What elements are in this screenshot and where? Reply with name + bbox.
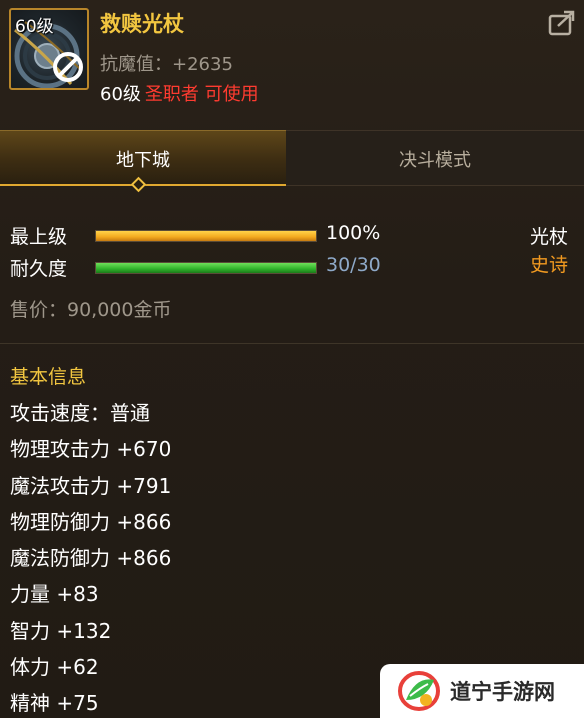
leaf-logo-icon (398, 671, 440, 711)
item-requirement: 60级 圣职者 可使用 (100, 80, 259, 106)
active-tab-indicator (130, 176, 147, 193)
item-attribute: 抗魔值：+2635 (100, 54, 233, 75)
durability-bar (95, 262, 317, 274)
item-name: 救赎光杖 (100, 12, 184, 36)
item-icon-frame[interactable]: 60级 (9, 8, 89, 90)
grade-bar (95, 230, 317, 242)
basic-info-item: 精神 +75 (10, 691, 99, 716)
basic-info-item: 魔法攻击力 +791 (10, 473, 172, 498)
basic-info-item: 物理防御力 +866 (10, 509, 172, 534)
mode-tabs: 地下城 决斗模式 (0, 130, 584, 193)
basic-info-item: 攻击速度：普通 (10, 401, 150, 425)
basic-info-item: 魔法防御力 +866 (10, 546, 172, 571)
basic-info-title: 基本信息 (10, 366, 87, 388)
grade-value: 100% (326, 222, 381, 244)
item-level-tag: 60级 (15, 17, 54, 37)
tab-dungeon[interactable]: 地下城 (0, 130, 286, 193)
basic-info-item: 智力 +132 (10, 618, 112, 643)
prohibited-icon (53, 52, 83, 82)
tab-pvp-label: 决斗模式 (399, 150, 471, 171)
rarity-label: 史诗 (530, 254, 569, 276)
basic-info-item: 物理攻击力 +670 (10, 437, 172, 462)
share-icon (548, 10, 575, 36)
durability-bar-fill (96, 263, 316, 273)
item-tooltip-panel: 60级 救赎光杖 抗魔值：+2635 60级 圣职者 可使用 地下城 决斗模式 最… (0, 0, 584, 718)
required-level: 60级 (100, 84, 141, 105)
share-button[interactable] (548, 10, 576, 36)
item-header: 60级 救赎光杖 抗魔值：+2635 60级 圣职者 可使用 (0, 0, 584, 110)
durability-label: 耐久度 (10, 258, 68, 280)
basic-info-item: 力量 +83 (10, 582, 99, 607)
grade-bar-fill (96, 231, 316, 241)
tab-pvp[interactable]: 决斗模式 (286, 130, 584, 186)
watermark-text: 道宁手游网 (450, 680, 555, 704)
watermark: 道宁手游网 (380, 664, 584, 718)
basic-info-list: 攻击速度：普通 物理攻击力 +670 魔法攻击力 +791 物理防御力 +866… (10, 399, 171, 718)
sell-price: 售价：90,000金币 (10, 299, 172, 321)
basic-info-item: 体力 +62 (10, 655, 99, 680)
tab-dungeon-label: 地下城 (116, 150, 170, 171)
required-class: 圣职者 可使用 (144, 84, 259, 105)
section-divider (0, 343, 584, 344)
durability-value: 30/30 (326, 254, 381, 276)
weapon-type: 光杖 (530, 226, 569, 248)
grade-label: 最上级 (10, 226, 68, 248)
